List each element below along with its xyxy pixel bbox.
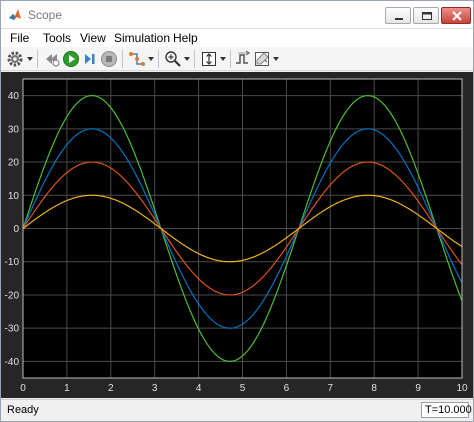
scale-dropdown-icon[interactable] — [220, 56, 226, 62]
step-forward-button[interactable] — [81, 50, 99, 68]
y-tick-label: -10 — [5, 257, 20, 268]
minimize-button[interactable] — [385, 7, 411, 24]
x-tick-label: 2 — [108, 383, 114, 394]
y-tick-label: 40 — [8, 91, 20, 102]
x-tick-label: 5 — [240, 383, 246, 394]
close-button[interactable] — [441, 7, 471, 24]
x-tick-label: 7 — [328, 383, 334, 394]
x-tick-label: 3 — [152, 383, 158, 394]
settings-button[interactable] — [6, 50, 24, 68]
toolbar-separator — [37, 50, 38, 68]
title-bar[interactable]: Scope — [1, 1, 473, 29]
y-tick-label: 20 — [8, 158, 20, 169]
zoom-in-icon — [165, 51, 181, 67]
x-tick-label: 9 — [415, 383, 421, 394]
cursor-measurements-icon — [255, 52, 269, 66]
simulation-time-display: T=10.000 — [421, 402, 472, 418]
toolbar-separator — [194, 50, 195, 68]
y-tick-label: -30 — [5, 324, 20, 335]
menu-bar: File Tools View Simulation Help — [1, 29, 473, 47]
menu-file[interactable]: File — [10, 31, 29, 45]
step-forward-icon — [85, 54, 95, 64]
measurements-dropdown-icon[interactable] — [273, 56, 279, 62]
cursor-measurements-button[interactable] — [253, 50, 271, 68]
run-icon — [63, 51, 79, 67]
maximize-button[interactable] — [413, 7, 439, 24]
x-tick-label: 6 — [284, 383, 290, 394]
maximize-icon — [422, 12, 432, 20]
status-text: Ready — [7, 404, 39, 416]
highlight-dropdown-icon[interactable] — [148, 56, 154, 62]
toolbar-separator — [230, 50, 231, 68]
zoom-in-button[interactable] — [164, 50, 182, 68]
y-tick-label: -40 — [5, 357, 20, 368]
scope-window: Scope File Tools View Simulation Help 0 … — [0, 0, 474, 422]
zoom-dropdown-icon[interactable] — [184, 56, 190, 62]
x-tick-label: 8 — [371, 383, 377, 394]
menu-view[interactable]: View — [80, 31, 106, 45]
settings-dropdown-icon[interactable] — [27, 56, 33, 62]
menu-simulation[interactable]: Simulation — [114, 31, 170, 45]
x-tick-label: 0 — [20, 383, 26, 394]
menu-tools[interactable]: Tools — [43, 31, 71, 45]
triggers-button[interactable] — [234, 50, 252, 68]
plot-canvas[interactable]: 0 1 2 3 4 5 6 7 8 9 10 40 30 20 10 0 -10 -20 -30 -40 — [1, 72, 473, 398]
status-bar: Ready T=10.000 — [1, 399, 473, 421]
highlight-signal-button[interactable] — [128, 50, 146, 68]
toolbar-separator — [122, 50, 123, 68]
x-tick-label: 4 — [196, 383, 202, 394]
scale-axes-icon — [202, 52, 216, 66]
settings-icon — [7, 51, 23, 67]
triggers-icon — [236, 50, 250, 64]
toolbar-separator — [158, 50, 159, 68]
highlight-signal-icon — [129, 52, 145, 66]
step-back-button[interactable] — [43, 50, 61, 68]
scale-axes-button[interactable] — [200, 50, 218, 68]
step-back-icon — [46, 54, 60, 67]
scope-plot[interactable]: 0 1 2 3 4 5 6 7 8 9 10 40 30 20 10 0 -10 -20 -30 -40 — [1, 72, 473, 398]
stop-button[interactable] — [100, 50, 118, 68]
y-tick-label: -20 — [5, 290, 20, 301]
x-tick-label: 10 — [456, 383, 468, 394]
window-title: Scope — [28, 8, 63, 22]
stop-icon — [101, 51, 117, 67]
matlab-logo-icon — [9, 9, 21, 20]
run-button[interactable] — [62, 50, 80, 68]
toolbar — [1, 47, 473, 71]
x-tick-label: 1 — [64, 383, 70, 394]
y-tick-label: 0 — [13, 224, 19, 235]
menu-help[interactable]: Help — [173, 31, 198, 45]
close-icon — [452, 11, 462, 21]
y-tick-label: 10 — [8, 191, 20, 202]
minimize-icon — [395, 18, 403, 20]
y-tick-label: 30 — [8, 124, 20, 135]
